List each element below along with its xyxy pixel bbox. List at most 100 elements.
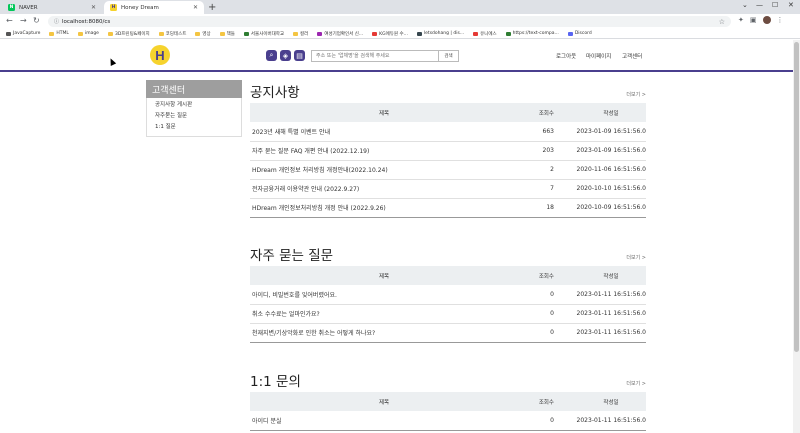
row-views: 0: [516, 285, 556, 305]
back-icon[interactable]: ←: [6, 16, 13, 25]
sidebar-title: 고객센터: [146, 80, 242, 98]
row-views: 663: [516, 122, 556, 142]
column-header-views: 조회수: [538, 399, 554, 406]
bookmark-folder-icon: [416, 31, 422, 36]
bookmark-item[interactable]: JavaCapture: [6, 31, 40, 36]
table-row[interactable]: 천재지변/기상악화로 인한 취소는 어떻게 하나요? 0 2023-01-11 16…: [250, 323, 646, 343]
search-input[interactable]: [312, 51, 438, 61]
mypage-link[interactable]: 마이페이지: [586, 52, 611, 60]
bookmarks-bar: JavaCapture HTML image 3D프린팅&페이지 코딩테스트 영상 책들 서울…: [0, 29, 800, 39]
row-views: 0: [516, 304, 556, 324]
row-title[interactable]: 자주 묻는 질문 FAQ 개편 안내 (2022.12.19): [250, 141, 516, 161]
qna-section: 1:1 문의 더보기 > 제목 조회수 작성일 아이디 분실 0 2023-01-1…: [250, 370, 646, 431]
faq-table: 제목 조회수 작성일 아이디, 비밀번호를 잊어버렸어요. 0 2023-01-11…: [250, 266, 646, 343]
section-title: 공지사항: [250, 85, 300, 101]
table-header-row: 제목 조회수 작성일: [250, 103, 646, 122]
close-tab-icon[interactable]: ✕: [91, 4, 96, 11]
bookmark-item[interactable]: 책들: [219, 31, 235, 37]
honey-dream-favicon-icon: H: [110, 4, 117, 11]
bookmark-folder-icon: [107, 31, 113, 36]
url-input[interactable]: ⓘ localhost:8080/cs ☆: [48, 16, 731, 27]
row-date: 2020-10-09 16:51:56.0: [556, 198, 646, 218]
sidebar-item-qna[interactable]: 1:1 질문: [155, 122, 241, 133]
reload-icon[interactable]: ↻: [33, 16, 40, 25]
bookmark-item[interactable]: 유니에스: [473, 31, 497, 37]
bookmark-item[interactable]: 3D프린팅&페이지: [107, 31, 150, 37]
bookmark-item[interactable]: letsdohang | dis...: [416, 31, 464, 36]
maximize-icon[interactable]: ☐: [772, 1, 778, 9]
more-link[interactable]: 더보기 >: [626, 91, 646, 98]
more-link[interactable]: 더보기 >: [626, 254, 646, 261]
close-window-icon[interactable]: ✕: [788, 1, 794, 9]
star-icon[interactable]: ☆: [719, 18, 725, 26]
logout-link[interactable]: 로그아웃: [556, 52, 576, 60]
page: H ⌕ ◈ ▤ 검색 로그아웃 마이페이지 고객센터 고객센터 공지사항 게시판…: [0, 40, 800, 433]
bus-icon[interactable]: ▤: [294, 50, 305, 61]
bookmark-label: 3D프린팅&페이지: [114, 31, 150, 37]
tab-honey-dream[interactable]: H Honey Dream ✕: [104, 1, 204, 14]
row-views: 7: [516, 179, 556, 199]
scrollbar-thumb[interactable]: [794, 42, 799, 352]
row-title[interactable]: HDream 개인정보 처리방침 개정안내(2022.10.24): [250, 160, 516, 180]
row-title[interactable]: 천재지변/기상악화로 인한 취소는 어떻게 하나요?: [250, 323, 516, 343]
info-icon[interactable]: ⓘ: [54, 18, 59, 25]
sidebar-item-faq[interactable]: 자주묻는 질문: [155, 111, 241, 122]
bookmark-item[interactable]: image: [77, 31, 99, 36]
location-icon[interactable]: ◈: [280, 50, 291, 61]
table-header-row: 제목 조회수 작성일: [250, 392, 646, 411]
bookmark-item[interactable]: 컬러: [293, 31, 308, 37]
profile-avatar-icon[interactable]: [762, 16, 771, 24]
sidebar-icon[interactable]: ▣: [750, 16, 757, 24]
minimize-icon[interactable]: —: [756, 1, 763, 9]
close-tab-icon[interactable]: ✕: [193, 4, 198, 11]
puzzle-icon[interactable]: ✦: [738, 16, 744, 24]
bookmark-label: 코딩테스트: [165, 31, 187, 37]
search-icon[interactable]: ⌕: [266, 50, 277, 61]
bookmark-item[interactable]: 코딩테스트: [158, 31, 187, 37]
bookmark-label: 유니에스: [480, 31, 497, 37]
row-date: 2023-01-11 16:51:56.0: [556, 285, 646, 305]
bookmark-label: 컬러: [300, 31, 309, 37]
forward-icon[interactable]: →: [20, 16, 27, 25]
honey-dream-logo[interactable]: H: [150, 45, 170, 65]
table-row[interactable]: 아이디, 비밀번호를 잊어버렸어요. 0 2023-01-11 16:51:56.0: [250, 285, 646, 305]
sidebar-item-notice[interactable]: 공지사항 게시판: [155, 100, 241, 111]
table-row[interactable]: 2023년 새해 특별 이벤트 안내 663 2023-01-09 16:51:56…: [250, 122, 646, 142]
table-row[interactable]: HDream 개인정보 처리방침 개정안내(2022.10.24) 2 2020-1…: [250, 160, 646, 180]
row-title[interactable]: 아이디 분실: [250, 411, 516, 431]
more-link[interactable]: 더보기 >: [626, 380, 646, 387]
table-row[interactable]: HDream 개인정보처리방침 개정 안내 (2022.9.26) 18 2020-…: [250, 198, 646, 218]
naver-favicon-icon: N: [8, 4, 15, 11]
row-title[interactable]: 2023년 새해 특별 이벤트 안내: [250, 122, 516, 142]
row-title[interactable]: 취소 수수료는 얼마인가요?: [250, 304, 516, 324]
new-tab-icon[interactable]: +: [208, 2, 216, 13]
bookmark-item[interactable]: Discord: [567, 31, 592, 36]
table-header-row: 제목 조회수 작성일: [250, 266, 646, 285]
table-row[interactable]: 아이디 분실 0 2023-01-11 16:51:56.0: [250, 411, 646, 431]
row-title[interactable]: HDream 개인정보처리방침 개정 안내 (2022.9.26): [250, 198, 516, 218]
bookmark-folder-icon: [49, 31, 55, 36]
site-header: H ⌕ ◈ ▤ 검색 로그아웃 마이페이지 고객센터: [0, 40, 800, 72]
browser-tab-strip: N NAVER ✕ H Honey Dream ✕ + ⌄ — ☐ ✕: [0, 0, 800, 14]
customer-center-link[interactable]: 고객센터: [622, 52, 642, 60]
bookmark-item[interactable]: https://text-compa...: [505, 31, 559, 36]
bookmark-item[interactable]: 여성기업확인서 신...: [317, 31, 363, 37]
bookmark-item[interactable]: 서울사이버대학교: [243, 31, 284, 37]
bookmark-item[interactable]: 영상: [195, 31, 211, 37]
bookmark-item[interactable]: KG에듀원 수...: [372, 31, 408, 37]
bookmark-label: KG에듀원 수...: [379, 31, 408, 37]
chevron-down-icon[interactable]: ⌄: [742, 1, 748, 9]
row-title[interactable]: 전자금융거래 이용약관 안내 (2022.9.27): [250, 179, 516, 199]
section-title: 1:1 문의: [250, 374, 301, 390]
menu-icon[interactable]: ⋮: [777, 16, 784, 24]
table-row[interactable]: 전자금융거래 이용약관 안내 (2022.9.27) 7 2020-10-10 16…: [250, 179, 646, 199]
table-row[interactable]: 취소 수수료는 얼마인가요? 0 2023-01-11 16:51:56.0: [250, 304, 646, 324]
bookmark-item[interactable]: HTML: [49, 31, 69, 36]
column-header-title: 제목: [378, 273, 390, 280]
bookmark-label: image: [84, 31, 99, 36]
row-title[interactable]: 아이디, 비밀번호를 잊어버렸어요.: [250, 285, 516, 305]
search-button[interactable]: 검색: [438, 51, 458, 61]
tab-naver[interactable]: N NAVER ✕: [2, 1, 102, 14]
table-row[interactable]: 자주 묻는 질문 FAQ 개편 안내 (2022.12.19) 203 2023-0…: [250, 141, 646, 161]
bookmark-folder-icon: [6, 31, 11, 36]
